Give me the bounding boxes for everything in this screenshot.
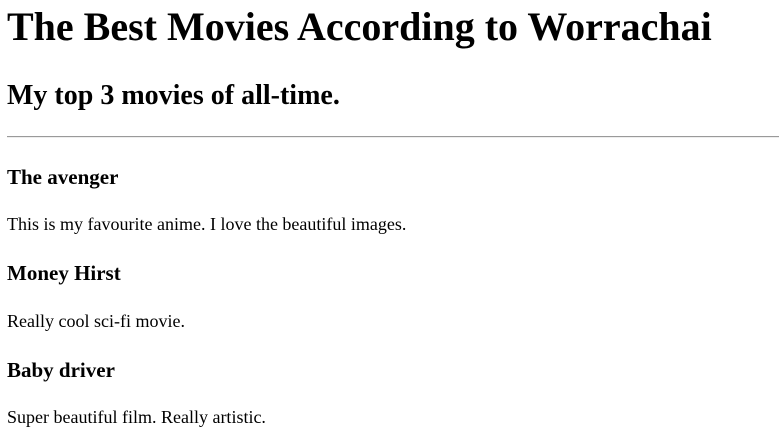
movie-title-2: Money Hirst: [7, 261, 121, 285]
movie-title-1: The avenger: [7, 165, 119, 189]
page-body: The Best Movies According to Worrachai M…: [0, 0, 784, 445]
movie-description-1: This is my favourite anime. I love the b…: [7, 214, 407, 234]
movie-title-3: Baby driver: [7, 358, 115, 382]
movie-description-2: Really cool sci-fi movie.: [7, 311, 185, 331]
section-divider: [7, 136, 779, 138]
page-title: The Best Movies According to Worrachai: [7, 4, 712, 49]
page-subtitle: My top 3 movies of all-time.: [7, 80, 340, 111]
movie-description-3: Super beautiful film. Really artistic.: [7, 407, 266, 427]
